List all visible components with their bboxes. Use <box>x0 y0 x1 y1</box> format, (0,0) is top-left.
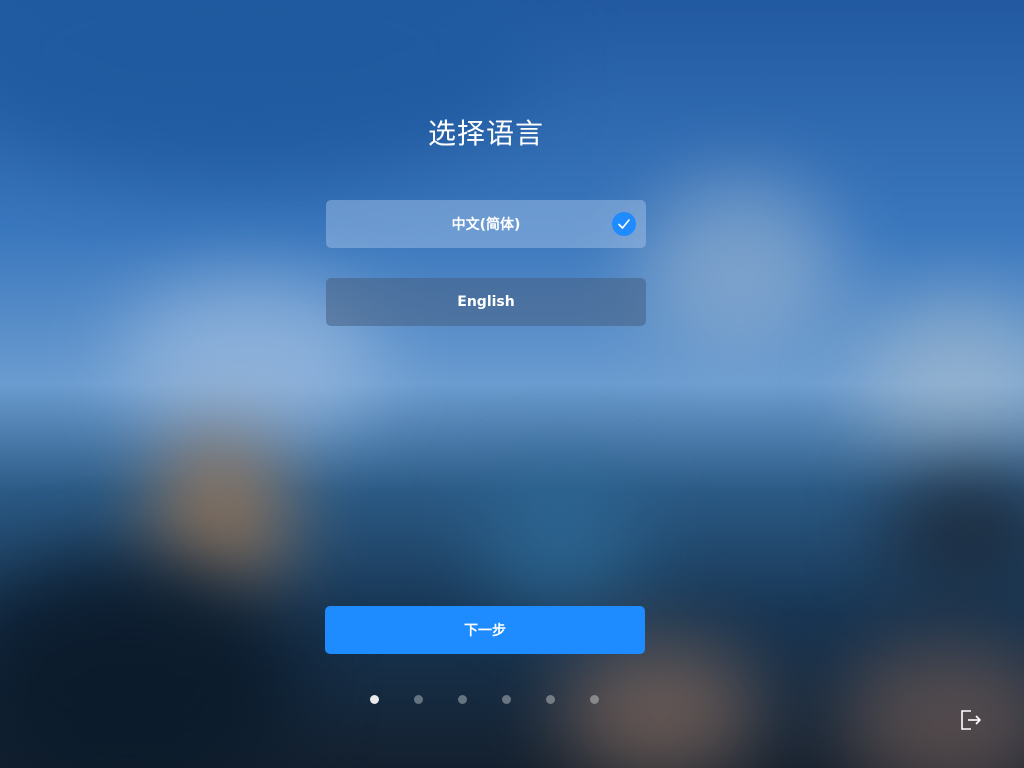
language-option-english[interactable]: English <box>326 278 646 326</box>
step-dot-6 <box>590 695 599 704</box>
check-icon <box>612 212 636 236</box>
next-button[interactable]: 下一步 <box>325 606 645 654</box>
page-title: 选择语言 <box>427 117 544 150</box>
step-dot-3 <box>458 695 467 704</box>
step-dot-5 <box>546 695 555 704</box>
language-option-chinese[interactable]: 中文(简体) <box>326 200 646 248</box>
step-dot-1 <box>370 695 379 704</box>
step-dot-2 <box>414 695 423 704</box>
exit-button[interactable] <box>958 708 984 732</box>
language-option-label: English <box>457 294 515 310</box>
step-indicator <box>370 695 599 704</box>
language-option-label: 中文(简体) <box>451 217 521 233</box>
exit-icon <box>961 710 981 730</box>
step-dot-4 <box>502 695 511 704</box>
